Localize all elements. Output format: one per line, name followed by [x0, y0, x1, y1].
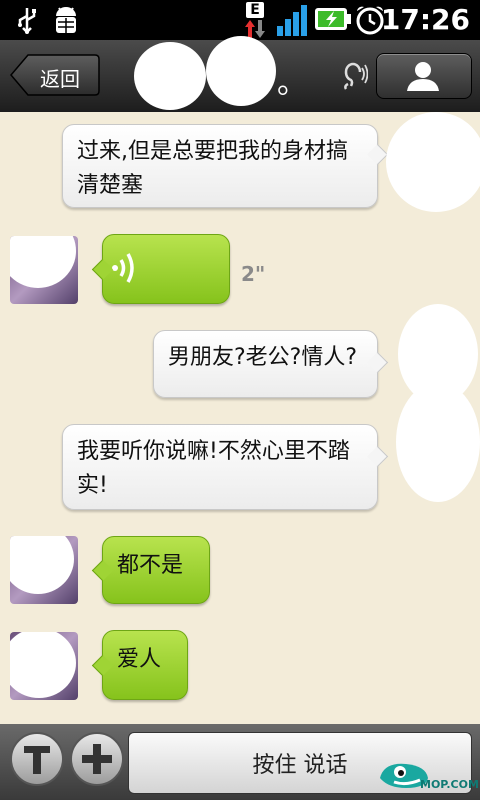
profile-icon: [407, 62, 439, 91]
status-bar: E 17:26: [0, 0, 480, 40]
avatar[interactable]: [10, 236, 78, 304]
text-mode-icon: [24, 746, 50, 774]
battery-charging-icon: [315, 8, 351, 30]
network-data-icon: E: [244, 2, 266, 38]
message-bubble-sent[interactable]: 过来,但是总要把我的身材搞 清楚塞: [62, 124, 389, 208]
android-debug-icon: [56, 7, 76, 33]
signal-icon: [277, 5, 307, 36]
message-bubble-sent[interactable]: 男朋友?老公?情人?: [153, 330, 389, 398]
page-title: 。: [277, 66, 307, 101]
title-bar: 返回 。: [0, 36, 480, 112]
message-bubble-received[interactable]: 都不是: [91, 536, 210, 604]
redacted-title-part: [134, 42, 206, 110]
message-text: 我要听你说嘛!不然心里不踏: [77, 439, 350, 464]
text-mode-button[interactable]: [10, 732, 64, 786]
usb-icon: [18, 8, 36, 34]
message-text: 男朋友?老公?情人?: [168, 345, 358, 370]
watermark-text: MOP.COM: [420, 778, 479, 791]
plus-icon: [82, 744, 112, 774]
voice-wave-icon: [112, 253, 134, 283]
redacted-title-part: [206, 36, 276, 106]
voice-message-bubble[interactable]: [91, 234, 230, 304]
message-text: 都不是: [117, 553, 184, 578]
message-text: 爱人: [117, 647, 162, 672]
back-button[interactable]: 返回: [10, 54, 100, 96]
redacted-avatar: [386, 112, 480, 212]
message-text: 过来,但是总要把我的身材搞: [77, 139, 348, 164]
network-badge: E: [246, 2, 264, 18]
message-bubble-sent[interactable]: 我要听你说嘛!不然心里不踏 实!: [62, 424, 389, 510]
message-text: 实!: [77, 473, 108, 498]
redacted-avatar: [396, 382, 480, 502]
voice-duration: 2": [241, 262, 266, 286]
profile-button[interactable]: [376, 53, 472, 99]
back-button-label: 返回: [40, 67, 80, 91]
message-bubble-received[interactable]: 爱人: [91, 630, 188, 700]
avatar[interactable]: [10, 632, 78, 700]
message-text: 清楚塞: [77, 173, 144, 198]
add-button[interactable]: [70, 732, 124, 786]
watermark: MOP.COM: [376, 758, 479, 798]
avatar[interactable]: [10, 536, 78, 604]
clock: 17:26: [380, 3, 470, 36]
ear-icon[interactable]: [342, 62, 368, 90]
chat-area: 过来,但是总要把我的身材搞 清楚塞 2" 男朋友?老公?情人? 我要听你说嘛!不…: [0, 112, 480, 724]
